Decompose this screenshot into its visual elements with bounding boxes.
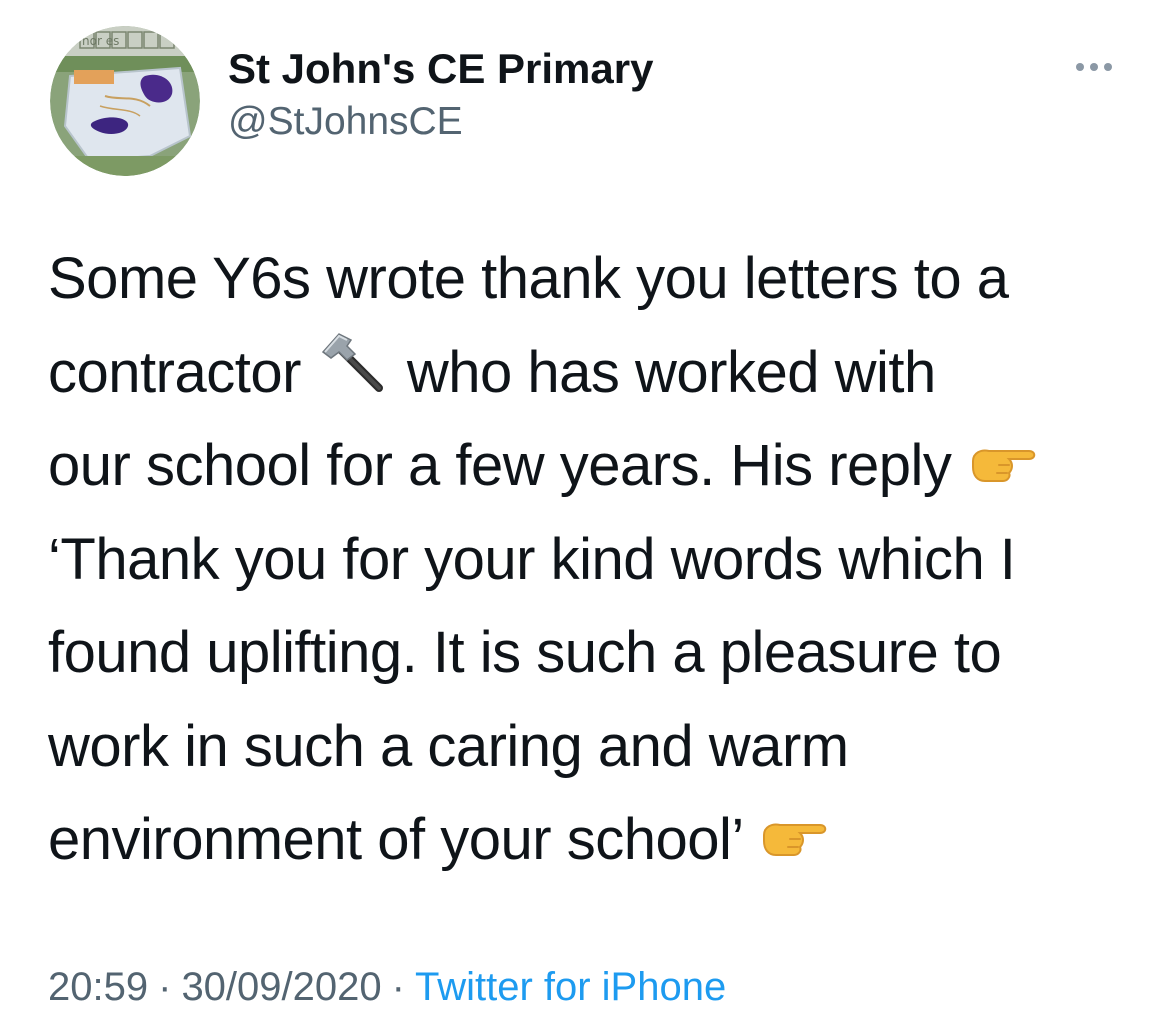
hammer-icon	[317, 326, 389, 426]
avatar-sign-text: nor es	[82, 34, 119, 48]
tweet-line: work in such a caring and warm	[48, 713, 849, 779]
tweet-line-text: environment of your school’	[48, 807, 744, 872]
author-name[interactable]: St John's CE Primary	[228, 44, 653, 94]
tweet-time[interactable]: 20:59	[48, 965, 148, 1009]
pointing-right-hand-icon	[969, 423, 1041, 517]
tweet-line: Some Y6s wrote thank you letters to a	[48, 246, 1009, 311]
author-handle[interactable]: @StJohnsCE	[228, 98, 463, 146]
tweet-line: found uplifting. It is such a pleasure t…	[48, 620, 1002, 685]
tweet: nor es St John's CE Primary @StJohnsCE S…	[0, 0, 1169, 1029]
tweet-line-text: our school for a few years. His reply	[48, 433, 952, 498]
more-dot	[1104, 63, 1112, 71]
tweet-line-text: contractor	[48, 339, 301, 405]
tweet-line-text: who has worked with	[406, 339, 936, 405]
tweet-line: our school for a few years. His reply	[48, 419, 1138, 513]
more-dot	[1090, 63, 1098, 71]
tweet-meta: 20:59 · 30/09/2020 · Twitter for iPhone	[48, 962, 726, 1012]
tweet-line: environment of your school’	[48, 793, 1138, 887]
tweet-line: ‘Thank you for your kind words which I	[48, 526, 1016, 592]
meta-separator: ·	[158, 965, 172, 1009]
more-options-button[interactable]	[1064, 52, 1124, 82]
school-badge-avatar: nor es	[50, 26, 200, 176]
tweet-date[interactable]: 30/09/2020	[181, 965, 381, 1009]
tweet-text: Some Y6s wrote thank you letters to a co…	[48, 232, 1138, 887]
tweet-source-link[interactable]: Twitter for iPhone	[415, 965, 726, 1009]
meta-separator: ·	[391, 965, 405, 1009]
profile-avatar[interactable]: nor es	[50, 26, 200, 176]
pointing-right-hand-icon	[760, 797, 832, 891]
more-horizontal-icon	[1076, 63, 1084, 71]
tweet-line: contractor who has worked with	[48, 326, 1138, 420]
